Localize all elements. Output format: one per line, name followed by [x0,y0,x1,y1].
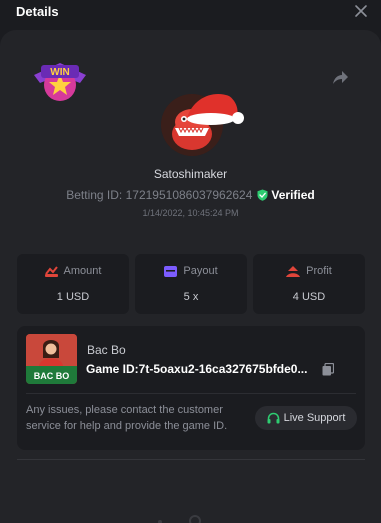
game-card: BAC BO Bac Bo Game ID:7t-5oaxu2-16ca3276… [17,326,365,450]
stat-profit: Profit 4 USD [253,254,365,314]
stat-label: Amount [63,265,102,277]
details-panel: Details WIN Satoshimaker Betting ID: 172… [0,0,381,523]
betting-id: Betting ID: 1721951086037962624 [66,188,253,202]
close-icon[interactable] [353,3,369,19]
verified-shield-icon [257,189,268,201]
divider [17,459,365,460]
stat-label: Profit [306,265,332,277]
stat-value: 5 x [183,291,199,303]
game-name: Bac Bo [87,343,126,357]
betting-id-row: Betting ID: 1721951086037962624 Verified [0,188,381,202]
live-support-label: Live Support [283,412,346,424]
game-thumbnail[interactable]: BAC BO [26,334,77,384]
santa-hat-icon [187,94,244,125]
game-id: Game ID:7t-5oaxu2-16ca327675bfde0... [86,362,308,376]
divider [26,393,356,394]
details-card: WIN Satoshimaker Betting ID: 17219510860… [0,30,381,523]
stat-payout: Payout 5 x [135,254,247,314]
avatar [161,88,244,174]
verified-label: Verified [271,188,315,202]
username: Satoshimaker [153,167,228,181]
bet-timestamp: 1/14/2022, 10:45:24 PM [142,208,239,218]
stat-amount: Amount 1 USD [17,254,129,314]
help-text: Any issues, please contact the customer … [26,404,228,432]
live-support-button[interactable]: Live Support [255,406,357,430]
share-icon[interactable] [330,68,350,88]
win-badge-icon: WIN [34,63,86,101]
headset-icon [267,412,280,423]
stats-row: Amount 1 USD Payout 5 x Profit 4 USD [17,254,365,314]
copy-icon[interactable] [322,363,334,376]
profit-icon [286,265,301,277]
win-badge-label: WIN [50,67,69,78]
page-title: Details [16,4,59,19]
amount-icon [44,265,58,277]
stat-value: 1 USD [56,291,90,303]
payout-icon [164,265,178,277]
stat-value: 4 USD [292,291,326,303]
footer-icons [158,515,201,523]
game-thumb-label: BAC BO [34,371,70,381]
stat-label: Payout [183,265,218,277]
header: Details [0,0,381,30]
